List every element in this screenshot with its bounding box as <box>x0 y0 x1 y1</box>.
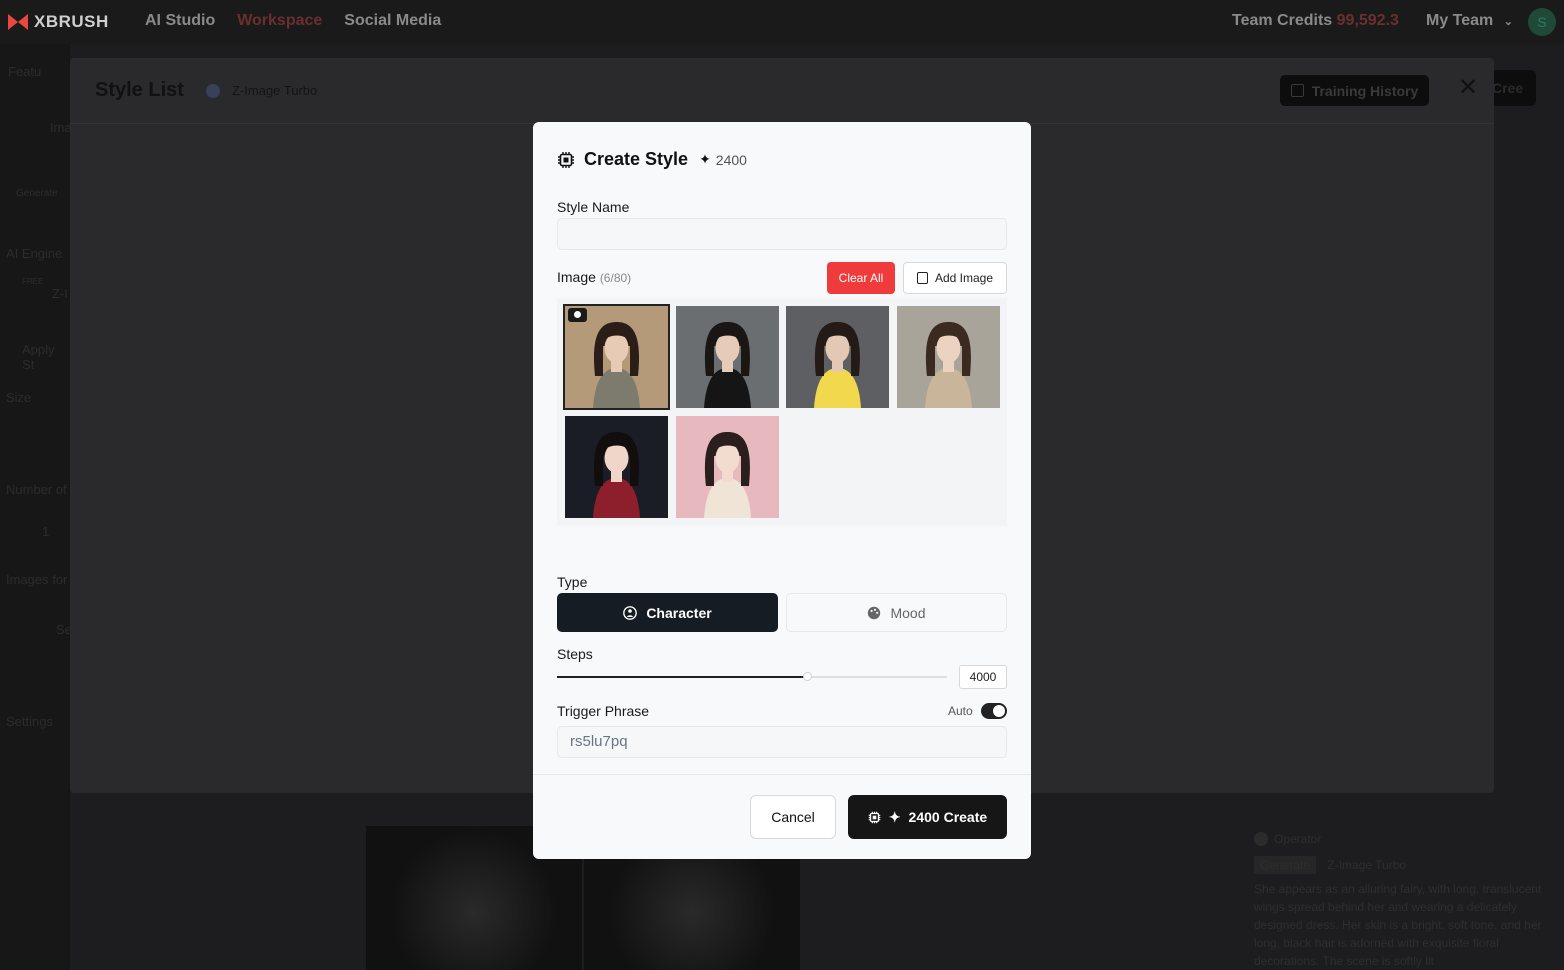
image-grid <box>557 298 1007 526</box>
operator-prompt: She appears as an alluring fairy, with l… <box>1254 882 1542 968</box>
image-thumbnail[interactable] <box>565 416 668 518</box>
steps-value-input[interactable]: 4000 <box>959 665 1007 689</box>
add-image-button[interactable]: Add Image <box>903 262 1007 294</box>
cancel-button[interactable]: Cancel <box>750 795 836 839</box>
type-character-label: Character <box>646 604 712 621</box>
operator-header: Operator <box>1254 830 1544 848</box>
type-character-button[interactable]: Character <box>557 593 778 632</box>
operator-tags: Generate Z-Image Turbo <box>1254 856 1544 874</box>
chevron-down-icon: ⌄ <box>1503 16 1513 28</box>
training-history-button[interactable]: Training History <box>1280 75 1429 106</box>
nav-social-media[interactable]: Social Media <box>344 12 441 30</box>
add-image-label: Add Image <box>934 271 994 285</box>
image-thumbnail[interactable] <box>897 306 1000 408</box>
create-button-label: 2400 Create <box>908 809 988 825</box>
chip-icon <box>868 811 881 823</box>
image-label: Image (6/80) <box>557 269 631 285</box>
bg-label: Size <box>6 390 32 405</box>
bg-label: Number of <box>6 482 67 497</box>
nav-ai-studio[interactable]: AI Studio <box>145 12 215 30</box>
trigger-phrase-input[interactable]: rs5lu7pq <box>557 726 1007 758</box>
portrait-image <box>814 322 861 408</box>
credits-label: Team Credits <box>1232 12 1333 29</box>
bg-label: Ima <box>50 120 72 135</box>
team-credits: Team Credits 99,592.3 <box>1232 12 1399 30</box>
auto-toggle[interactable] <box>981 703 1007 719</box>
bg-label: Generate <box>16 188 58 199</box>
background-sidebar: Featu Ima Generate AI Engine FREE Z-I Ap… <box>0 44 72 970</box>
sparkle-icon: ✦ <box>888 808 901 825</box>
character-icon <box>623 605 638 620</box>
bg-label: Apply St <box>22 342 55 372</box>
bg-label: Featu <box>8 64 42 79</box>
bg-label: Z-I <box>52 286 68 301</box>
chip-icon <box>558 151 574 168</box>
operator-icon <box>1254 832 1268 846</box>
image-thumbnail[interactable] <box>563 304 670 410</box>
training-history-label: Training History <box>1311 82 1419 99</box>
type-mood-label: Mood <box>890 604 926 621</box>
dialog-header: Create Style ✦ 2400 <box>557 149 747 170</box>
top-bar: XBRUSH AI Studio Workspace Social Media … <box>0 0 1564 44</box>
operator-tag: Z-Image Turbo <box>1327 858 1407 872</box>
style-name-label: Style Name <box>557 199 630 215</box>
portrait-image <box>704 432 751 518</box>
main-nav: AI Studio Workspace Social Media <box>145 12 441 30</box>
bg-label: Settings <box>6 714 53 729</box>
image-add-icon <box>916 272 928 284</box>
credit-cost: ✦ 2400 <box>699 151 747 168</box>
sparkle-icon: ✦ <box>699 151 711 167</box>
bg-label: 1 <box>42 524 50 539</box>
steps-slider-fill <box>557 676 807 678</box>
brand-name: XBRUSH <box>34 12 109 31</box>
operator-panel: Operator Generate Z-Image Turbo She appe… <box>1254 830 1544 970</box>
history-icon <box>1290 84 1304 97</box>
style-list-header: Style List Z-Image Turbo Training Histor… <box>70 58 1494 124</box>
bg-label: FREE <box>22 277 44 286</box>
image-thumbnail[interactable] <box>676 416 779 518</box>
brand-logo[interactable]: XBRUSH <box>8 12 109 32</box>
bg-label: AI Engine <box>6 246 63 261</box>
palette-icon <box>868 606 881 619</box>
trigger-phrase-label: Trigger Phrase <box>557 703 650 719</box>
portrait-image <box>704 322 751 408</box>
type-mood-button[interactable]: Mood <box>786 593 1007 632</box>
nav-workspace[interactable]: Workspace <box>237 12 322 30</box>
operator-tag: Generate <box>1254 856 1317 874</box>
steps-slider-handle[interactable] <box>802 672 812 681</box>
image-label-text: Image <box>557 269 596 285</box>
create-style-dialog: Create Style ✦ 2400 Style Name Image (6/… <box>533 122 1031 859</box>
style-list-title: Style List <box>95 79 184 101</box>
portrait-image <box>593 432 640 518</box>
team-label: My Team <box>1426 12 1494 29</box>
portrait-image <box>925 322 972 408</box>
background-create-button[interactable]: Cree <box>1490 70 1536 106</box>
style-name-input[interactable] <box>557 218 1007 250</box>
clear-all-button[interactable]: Clear All <box>827 262 895 294</box>
type-label: Type <box>557 574 588 590</box>
character-icon <box>568 308 587 322</box>
credits-value: 99,592.3 <box>1336 12 1399 29</box>
logo-icon <box>8 14 28 30</box>
operator-label: Operator <box>1274 832 1322 846</box>
image-thumbnail[interactable] <box>786 306 889 408</box>
steps-slider[interactable] <box>557 672 947 681</box>
close-icon[interactable]: ✕ <box>1458 76 1478 100</box>
create-button[interactable]: ✦ 2400 Create <box>848 795 1007 839</box>
team-selector[interactable]: My Team ⌄ <box>1426 12 1513 30</box>
avatar[interactable]: S <box>1528 8 1556 36</box>
image-count: (6/80) <box>599 271 632 285</box>
engine-icon <box>206 84 220 98</box>
auto-label: Auto <box>948 704 973 718</box>
credit-cost-value: 2400 <box>715 151 747 168</box>
image-thumbnail[interactable] <box>676 306 779 408</box>
engine-name: Z-Image Turbo <box>232 83 318 98</box>
bg-label: Images for <box>6 572 68 587</box>
steps-label: Steps <box>557 646 593 662</box>
dialog-title: Create Style <box>584 149 689 169</box>
